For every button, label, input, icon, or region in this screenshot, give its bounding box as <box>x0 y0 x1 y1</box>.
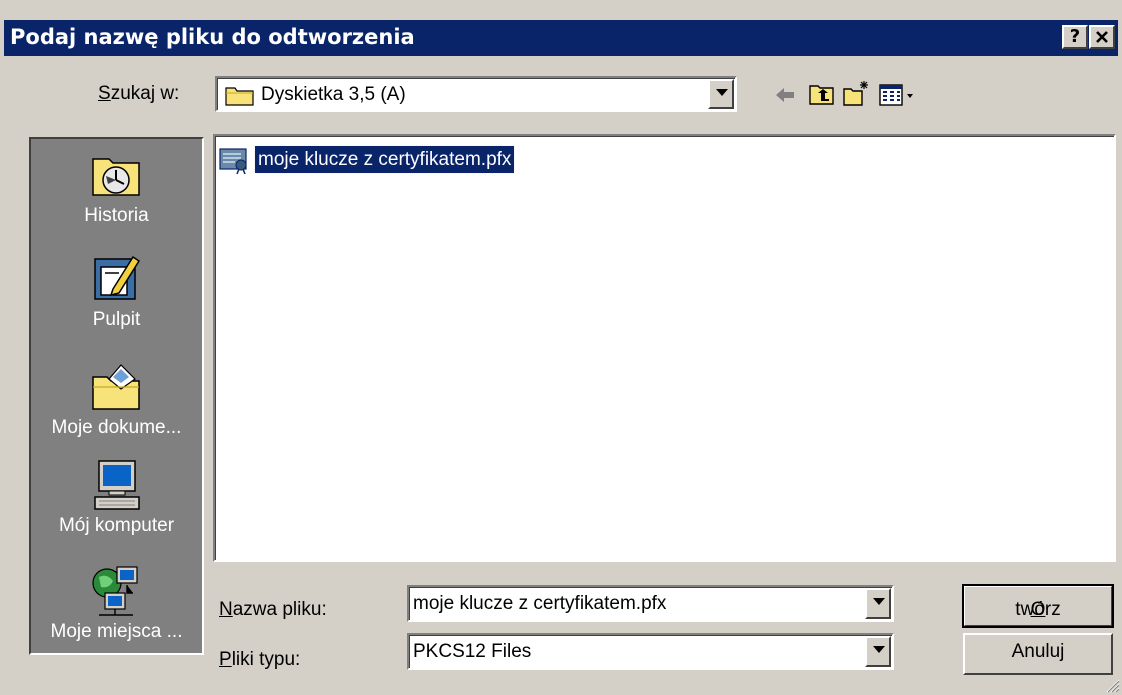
new-folder-icon[interactable] <box>842 79 870 107</box>
place-network[interactable]: Moje miejsca ... <box>31 563 202 643</box>
close-icon <box>1096 31 1108 43</box>
filename-label: Nazwa pliku: <box>219 599 327 620</box>
look-in-dropdown-button[interactable] <box>708 79 734 109</box>
dialog-title: Podaj nazwę pliku do odtworzenia <box>10 25 415 49</box>
look-in-dropdown[interactable]: Dyskietka 3,5 (A) <box>215 76 737 112</box>
close-button[interactable] <box>1089 25 1115 49</box>
chevron-down-icon <box>716 89 728 96</box>
open-file-dialog: Podaj nazwę pliku do odtworzenia ? Szuka… <box>0 0 1122 695</box>
place-my-documents[interactable]: Moje dokume... <box>31 359 202 439</box>
look-in-value: Dyskietka 3,5 (A) <box>261 84 406 105</box>
my-computer-icon <box>93 460 140 510</box>
certificate-file-icon <box>219 148 247 174</box>
desktop-icon <box>93 255 140 300</box>
up-folder-icon[interactable] <box>808 80 836 108</box>
place-my-computer[interactable]: Mój komputer <box>31 457 202 537</box>
look-in-label: Szukaj w: <box>98 83 180 104</box>
file-name: moje klucze z certyfikatem.pfx <box>253 145 516 174</box>
place-desktop[interactable]: Pulpit <box>31 251 202 331</box>
back-arrow-icon[interactable] <box>772 82 800 110</box>
view-menu-icon[interactable] <box>878 81 918 109</box>
help-button[interactable]: ? <box>1062 25 1088 49</box>
filetype-value: PKCS12 Files <box>413 641 532 662</box>
filename-value: moje klucze z certyfikatem.pfx <box>413 593 667 614</box>
file-list[interactable]: moje klucze z certyfikatem.pfx <box>213 134 1116 562</box>
place-label: Historia <box>84 205 149 226</box>
chevron-down-icon <box>873 646 885 653</box>
filename-dropdown-button[interactable] <box>865 588 891 619</box>
filetype-dropdown-button[interactable] <box>865 636 891 667</box>
filename-input[interactable]: moje klucze z certyfikatem.pfx <box>407 585 894 622</box>
title-bar[interactable]: Podaj nazwę pliku do odtworzenia ? <box>4 20 1118 56</box>
place-history[interactable]: Historia <box>31 147 202 227</box>
resize-grip-icon[interactable] <box>1104 677 1120 693</box>
chevron-down-icon <box>873 598 885 605</box>
place-label: Moje dokume... <box>51 417 182 438</box>
place-label: Moje miejsca ... <box>50 621 183 642</box>
place-label: Pulpit <box>92 309 141 330</box>
my-documents-icon <box>91 364 140 410</box>
folder-icon <box>225 87 254 106</box>
place-label: Mój komputer <box>58 515 175 536</box>
network-places-icon <box>91 566 138 616</box>
open-button[interactable]: Otwórz <box>962 584 1114 628</box>
cancel-button[interactable]: Anuluj <box>963 633 1113 675</box>
filetype-label: Pliki typu: <box>219 649 301 670</box>
filetype-dropdown[interactable]: PKCS12 Files <box>407 633 894 670</box>
history-icon <box>91 158 140 196</box>
places-bar: Historia Pulpit Moje dokume... Mój kompu… <box>29 137 204 655</box>
